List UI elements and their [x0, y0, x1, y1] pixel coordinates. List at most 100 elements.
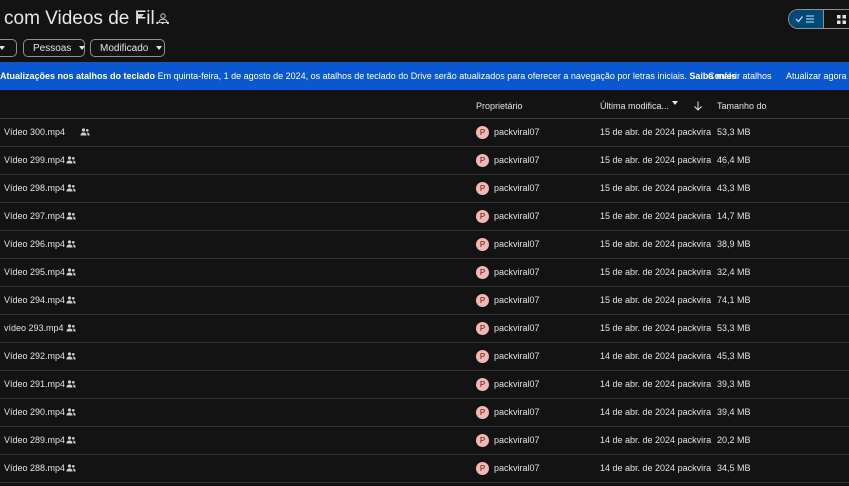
modified-date: 14 de abr. de 2024 packvira: [600, 379, 712, 389]
owner-avatar: P: [476, 294, 489, 307]
owner-name: packviral07: [494, 155, 540, 165]
table-row[interactable]: Vídeo 289.mp4 Ppackviral07 14 de abr. de 2…: [0, 427, 849, 455]
shared-people-icon: [66, 156, 76, 164]
banner-text: Em quinta-feira, 1 de agosto de 2024, os…: [157, 71, 687, 81]
owner-avatar: P: [476, 322, 489, 335]
owner-avatar: P: [476, 238, 489, 251]
shared-people-icon: [66, 268, 76, 276]
file-name[interactable]: Vídeo 298.mp4: [4, 183, 65, 193]
shared-people-icon: [66, 408, 76, 416]
owner-avatar: P: [476, 350, 489, 363]
modified-date: 14 de abr. de 2024 packvira: [600, 407, 712, 417]
modified-date: 14 de abr. de 2024 packvira: [600, 463, 712, 473]
owner-name: packviral07: [494, 323, 540, 333]
owner-avatar: P: [476, 378, 489, 391]
table-row[interactable]: vídeo 293.mp4 Ppackviral07 15 de abr. de 2…: [0, 315, 849, 343]
modified-date: 15 de abr. de 2024 packvira: [600, 127, 712, 137]
view-toggle: [788, 9, 849, 29]
owner-name: packviral07: [494, 351, 540, 361]
list-view-button[interactable]: [789, 10, 824, 28]
table-row[interactable]: Vídeo 291.mp4 Ppackviral07 14 de abr. de 2…: [0, 371, 849, 399]
file-name[interactable]: Vídeo 296.mp4: [4, 239, 65, 249]
table-row[interactable]: Vídeo 297.mp4 Ppackviral07 15 de abr. de 2…: [0, 203, 849, 231]
file-name[interactable]: Vídeo 299.mp4: [4, 155, 65, 165]
modified-column-header[interactable]: Última modifica...: [600, 101, 669, 111]
shared-people-icon: [66, 296, 76, 304]
type-filter-chip[interactable]: [0, 39, 17, 57]
owner-name: packviral07: [494, 267, 540, 277]
file-name[interactable]: Vídeo 290.mp4: [4, 407, 65, 417]
file-size: 45,3 MB: [717, 351, 751, 361]
modified-date: 15 de abr. de 2024 packvira: [600, 155, 712, 165]
table-row[interactable]: Vídeo 299.mp4 Ppackviral07 15 de abr. de 2…: [0, 147, 849, 175]
folder-title[interactable]: com Videos de Fil...: [4, 8, 171, 30]
grid-icon: [837, 14, 846, 24]
people-filter-chip[interactable]: Pessoas: [23, 39, 86, 57]
table-header: Proprietário Última modifica... Tamanho …: [0, 95, 849, 119]
file-name[interactable]: vídeo 293.mp4: [4, 323, 64, 333]
modified-date: 15 de abr. de 2024 packvira: [600, 239, 712, 249]
owner-avatar: P: [476, 126, 489, 139]
owner-avatar: P: [476, 406, 489, 419]
file-name[interactable]: Vídeo 292.mp4: [4, 351, 65, 361]
shared-people-icon: [66, 380, 76, 388]
shared-people-icon: [66, 240, 76, 248]
shared-people-icon: [66, 352, 76, 360]
file-name[interactable]: Vídeo 300.mp4: [4, 127, 65, 137]
table-row[interactable]: Vídeo 300.mp4 Ppackviral07 15 de abr. de 2…: [0, 119, 849, 147]
people-filter-label: Pessoas: [33, 42, 72, 54]
file-name[interactable]: Vídeo 297.mp4: [4, 211, 65, 221]
file-size: 39,4 MB: [717, 407, 751, 417]
file-name[interactable]: Vídeo 289.mp4: [4, 435, 65, 445]
table-row[interactable]: Vídeo 296.mp4 Ppackviral07 15 de abr. de 2…: [0, 231, 849, 259]
check-shortcuts-button[interactable]: Conferir atalhos: [708, 71, 772, 81]
modified-date: 15 de abr. de 2024 packvira: [600, 183, 712, 193]
modified-date: 15 de abr. de 2024 packvira: [600, 211, 712, 221]
file-size: 53,3 MB: [717, 323, 751, 333]
table-row[interactable]: Vídeo 292.mp4 Ppackviral07 14 de abr. de 2…: [0, 343, 849, 371]
file-name[interactable]: Vídeo 294.mp4: [4, 295, 65, 305]
modified-filter-chip[interactable]: Modificado: [90, 39, 165, 57]
chevron-down-icon: [0, 46, 5, 50]
file-name[interactable]: Vídeo 291.mp4: [4, 379, 65, 389]
owner-avatar: P: [476, 462, 489, 475]
shared-people-icon: [80, 128, 90, 136]
table-row[interactable]: Vídeo 294.mp4 Ppackviral07 15 de abr. de 2…: [0, 287, 849, 315]
chevron-down-icon: [79, 46, 86, 50]
owner-avatar: P: [476, 182, 489, 195]
owner-name: packviral07: [494, 379, 540, 389]
owner-name: packviral07: [494, 239, 540, 249]
file-name[interactable]: Vídeo 288.mp4: [4, 463, 65, 473]
chevron-down-icon[interactable]: [672, 101, 678, 105]
check-list-icon: [795, 15, 814, 23]
file-size: 20,2 MB: [717, 435, 751, 445]
table-row[interactable]: Vídeo 295.mp4 Ppackviral07 15 de abr. de 2…: [0, 259, 849, 287]
owner-name: packviral07: [494, 463, 540, 473]
size-column-header[interactable]: Tamanho do: [717, 101, 767, 111]
banner-message: Atualizações nos atalhos do teclado Em q…: [0, 71, 736, 81]
shared-people-icon: [66, 436, 76, 444]
owner-column-header[interactable]: Proprietário: [476, 101, 523, 111]
folder-header: com Videos de Fil...: [0, 0, 849, 36]
chevron-down-icon: [156, 46, 163, 50]
owner-name: packviral07: [494, 211, 540, 221]
modified-date: 14 de abr. de 2024 packvira: [600, 351, 712, 361]
people-icon[interactable]: [157, 12, 169, 24]
update-now-button[interactable]: Atualizar agora: [786, 71, 847, 81]
shared-people-icon: [66, 212, 76, 220]
modified-date: 15 de abr. de 2024 packvira: [600, 267, 712, 277]
table-row[interactable]: Vídeo 290.mp4 Ppackviral07 14 de abr. de 2…: [0, 399, 849, 427]
sort-direction-arrow-icon[interactable]: [692, 100, 704, 112]
table-row[interactable]: Vídeo 298.mp4 Ppackviral07 15 de abr. de 2…: [0, 175, 849, 203]
shared-people-icon: [66, 464, 76, 472]
modified-date: 15 de abr. de 2024 packvira: [600, 323, 712, 333]
modified-filter-label: Modificado: [100, 42, 149, 54]
owner-avatar: P: [476, 434, 489, 447]
banner-title: Atualizações nos atalhos do teclado: [0, 71, 156, 81]
file-name[interactable]: Vídeo 295.mp4: [4, 267, 65, 277]
modified-date: 14 de abr. de 2024 packvira: [600, 435, 712, 445]
folder-menu-chevron-icon[interactable]: [136, 14, 144, 19]
grid-view-button[interactable]: [824, 10, 849, 28]
table-row[interactable]: Vídeo 288.mp4 Ppackviral07 14 de abr. de 2…: [0, 455, 849, 483]
file-size: 32,4 MB: [717, 267, 751, 277]
